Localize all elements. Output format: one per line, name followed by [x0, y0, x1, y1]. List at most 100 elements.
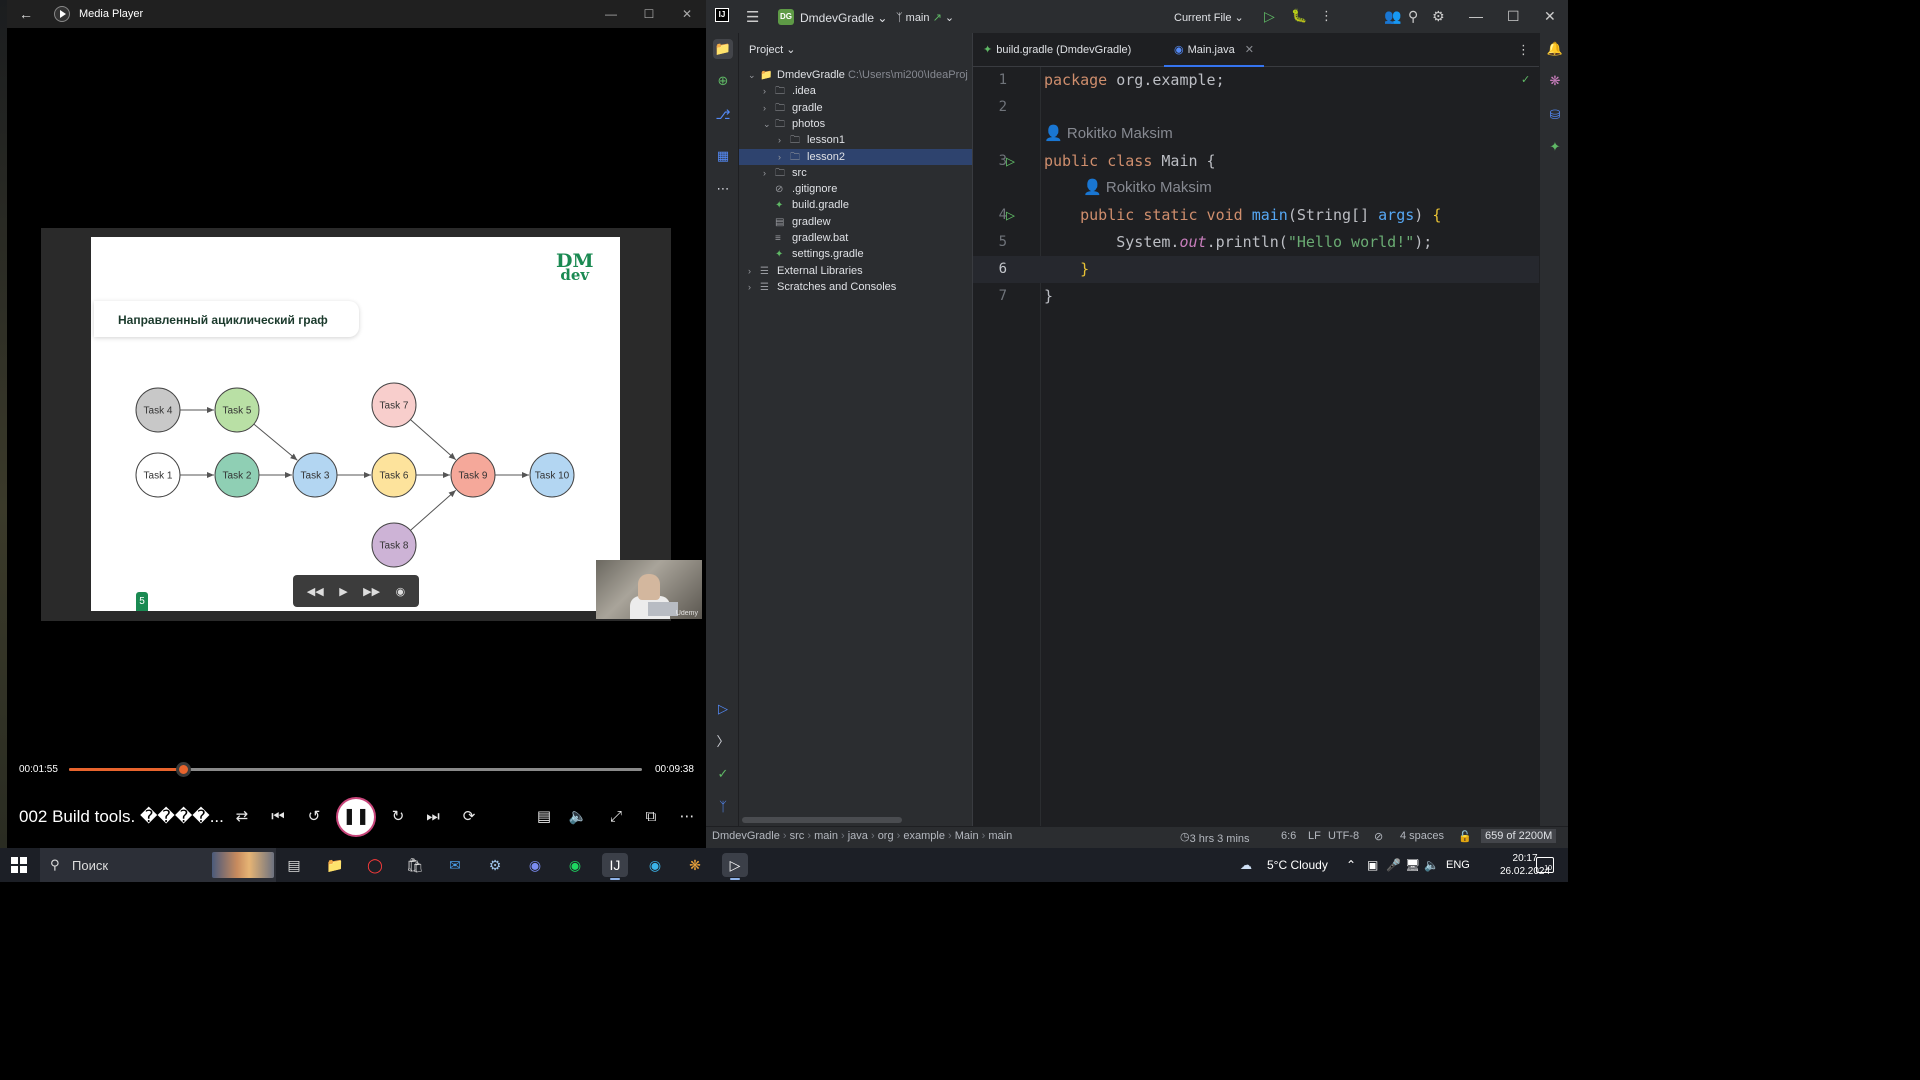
tree-item[interactable]: › ☰ External Libraries — [739, 263, 972, 279]
microphone-icon[interactable]: 🎤 — [1386, 858, 1401, 872]
chevron-right-icon[interactable]: › — [748, 279, 760, 295]
project-panel-title[interactable]: Project ⌄ — [749, 43, 796, 56]
volume-icon[interactable]: 🔈 — [566, 807, 590, 827]
seek-bar[interactable] — [69, 762, 642, 777]
code-with-me-icon[interactable]: 👥 — [1384, 8, 1401, 25]
tab-main-java[interactable]: ◉ Main.java ✕ — [1164, 33, 1264, 67]
commit-icon[interactable]: ⊕ — [713, 71, 733, 91]
windows-start-icon[interactable] — [11, 857, 27, 873]
tree-item[interactable]: › 🗀 src — [739, 165, 972, 181]
breadcrumb-item[interactable]: DmdevGradle — [712, 830, 780, 842]
rewind-icon[interactable]: ◀◀ — [307, 585, 324, 598]
network-icon[interactable]: 🖥 — [1405, 858, 1420, 872]
inspection-ok-icon[interactable]: ✓ — [1521, 73, 1530, 86]
ai-assistant-icon[interactable]: ❋ — [1545, 71, 1565, 91]
volume-icon[interactable]: 🔈 — [1424, 858, 1439, 872]
chevron-down-icon[interactable]: ⌄ — [763, 116, 775, 132]
language-indicator[interactable]: ENG — [1446, 859, 1470, 871]
chevron-right-icon[interactable]: › — [778, 149, 790, 165]
breadcrumb-item[interactable]: org — [878, 830, 894, 842]
skip-forward-30-icon[interactable]: ↻ — [386, 807, 410, 827]
more-tools-icon[interactable]: ⋯ — [713, 179, 733, 199]
indent-setting[interactable]: 4 spaces — [1400, 830, 1444, 842]
chevron-right-icon[interactable]: › — [748, 263, 760, 279]
seek-thumb[interactable] — [175, 762, 191, 777]
breadcrumb-item[interactable]: java — [848, 830, 868, 842]
captions-icon[interactable]: ▤ — [532, 807, 556, 827]
breadcrumb-item[interactable]: main — [988, 830, 1012, 842]
file-explorer-icon[interactable]: 📁 — [322, 853, 348, 877]
edge-icon[interactable]: ◉ — [642, 853, 668, 877]
chevron-down-icon[interactable]: ⌄ — [748, 67, 760, 83]
tree-item[interactable]: ⊘ .gitignore — [739, 181, 972, 197]
services-icon[interactable]: ▷ — [713, 699, 733, 719]
minimize-button[interactable]: — — [1469, 8, 1483, 24]
task-view-icon[interactable]: ▤ — [281, 853, 307, 877]
caret-position[interactable]: 6:6 — [1281, 830, 1296, 842]
previous-icon[interactable]: ⏮ — [266, 807, 290, 827]
chevron-right-icon[interactable]: › — [763, 165, 775, 181]
run-icon[interactable]: ▷ — [1264, 8, 1275, 25]
camera-icon[interactable]: ▣ — [1367, 858, 1378, 872]
pull-requests-icon[interactable]: ⎇ — [713, 105, 733, 125]
chevron-right-icon[interactable]: › — [763, 83, 775, 99]
spotify-icon[interactable]: ◉ — [562, 853, 588, 877]
tree-item[interactable]: › 🗀 lesson1 — [739, 132, 972, 148]
tree-item[interactable]: › 🗀 gradle — [739, 100, 972, 116]
tree-item[interactable]: ▤ gradlew — [739, 214, 972, 230]
video-frame[interactable]: Направленный ациклический граф DM dev Ta… — [41, 228, 671, 621]
database-icon[interactable]: ⛁ — [1545, 105, 1565, 125]
fullscreen-icon[interactable]: ⤢ — [604, 807, 628, 827]
steam-icon[interactable]: ⚙ — [482, 853, 508, 877]
project-switcher[interactable]: DmdevGradle ⌄ — [800, 11, 887, 25]
more-actions-icon[interactable]: ⋮ — [1320, 8, 1333, 24]
horizontal-scrollbar[interactable] — [742, 817, 902, 823]
repeat-off-icon[interactable]: ⟳ — [457, 807, 481, 827]
shuffle-icon[interactable]: ⇄ — [230, 807, 254, 827]
lock-icon[interactable]: 🔓 — [1458, 830, 1472, 843]
problems-icon[interactable]: ✓ — [713, 764, 733, 784]
gradle-tool-icon[interactable]: ✦ — [1545, 137, 1565, 157]
project-tool-icon[interactable]: 📁 — [713, 39, 733, 59]
weather-text[interactable]: 5°C Cloudy — [1267, 858, 1328, 872]
file-encoding[interactable]: UTF-8 — [1328, 830, 1359, 842]
author-hint[interactable]: 👤 Rokitko Maksim — [1044, 124, 1173, 142]
code-area[interactable]: 1 package org.example; 2 👤 Rokitko Maksi… — [973, 67, 1540, 826]
run-configuration-selector[interactable]: Current File ⌄ — [1174, 11, 1244, 24]
pause-button[interactable]: ❚❚ — [336, 797, 376, 837]
next-icon[interactable]: ⏭ — [421, 807, 445, 827]
skip-back-10-icon[interactable]: ↺ — [302, 807, 326, 827]
tree-item[interactable]: ⌄ 📁 DmdevGradle C:\Users\mi200\IdeaProj — [739, 67, 972, 83]
branch-switcher[interactable]: ᛉ main ↗ ⌄ — [896, 11, 954, 24]
tree-item[interactable]: ✦ build.gradle — [739, 197, 972, 213]
maximize-button[interactable]: ☐ — [1507, 8, 1520, 25]
tab-build-gradle[interactable]: ✦ build.gradle (DmdevGradle) — [973, 33, 1141, 67]
memory-indicator[interactable]: 659 of 2200M — [1481, 829, 1557, 843]
line-separator[interactable]: LF — [1308, 830, 1321, 842]
tree-item[interactable]: › ☰ Scratches and Consoles — [739, 279, 972, 295]
fast-forward-icon[interactable]: ▶▶ — [363, 585, 380, 598]
tree-item[interactable]: ⌄ 🗀 photos — [739, 116, 972, 132]
breadcrumb-item[interactable]: src — [790, 830, 805, 842]
author-hint[interactable]: 👤 Rokitko Maksim — [1083, 178, 1212, 196]
maximize-button[interactable]: ☐ — [639, 5, 659, 23]
breadcrumb-item[interactable]: main — [814, 830, 838, 842]
tree-item[interactable]: › 🗀 lesson2 — [739, 148, 972, 165]
intellij-taskbar-icon[interactable]: IJ — [602, 853, 628, 880]
media-player-taskbar-icon[interactable]: ▷ — [722, 853, 748, 880]
store-icon[interactable]: 🛍 — [402, 853, 428, 877]
close-button[interactable]: ✕ — [1544, 8, 1556, 25]
tree-item[interactable]: ✦ settings.gradle — [739, 246, 972, 262]
notifications-icon[interactable]: 🔔 — [1545, 39, 1565, 59]
opera-icon[interactable]: ◯ — [362, 853, 388, 877]
notification-center-icon[interactable]: 10 — [1536, 857, 1554, 873]
structure-icon[interactable]: ▦ — [713, 146, 733, 166]
mail-icon[interactable]: ✉ — [442, 853, 468, 877]
project-badge[interactable]: DG — [778, 9, 794, 25]
mini-player-icon[interactable]: ⧉ — [639, 807, 663, 827]
close-button[interactable]: ✕ — [677, 5, 697, 23]
time-tracking[interactable]: ◷ 3 hrs 3 mins — [1180, 830, 1250, 845]
git-icon[interactable]: ᛉ — [713, 797, 733, 817]
more-options-icon[interactable]: ⋯ — [675, 807, 699, 827]
tab-options-icon[interactable]: ⋮ — [1517, 42, 1530, 58]
